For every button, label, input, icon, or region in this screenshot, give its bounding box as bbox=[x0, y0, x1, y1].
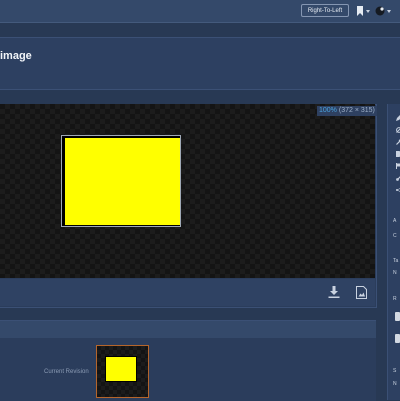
chevron-down-icon[interactable] bbox=[387, 10, 391, 13]
wrench-icon[interactable] bbox=[396, 139, 400, 145]
right-panel-chip[interactable] bbox=[395, 312, 400, 321]
right-panel-label: A bbox=[393, 218, 397, 224]
zoom-percent: 100% bbox=[319, 107, 337, 114]
right-panel-label: S bbox=[393, 368, 397, 374]
bookmark-icon[interactable] bbox=[355, 6, 365, 16]
right-panel-label: Ta bbox=[393, 258, 399, 264]
image-dimensions: (372 × 315) bbox=[338, 107, 375, 114]
download-icon[interactable] bbox=[328, 286, 340, 298]
chevron-down-icon[interactable] bbox=[366, 10, 370, 13]
flag-icon[interactable] bbox=[396, 163, 400, 169]
right-panel-label: R bbox=[393, 296, 397, 302]
title-panel bbox=[0, 37, 400, 90]
right-panel-label: N bbox=[393, 270, 397, 276]
right-panel-label: N bbox=[393, 381, 397, 387]
right-to-left-button[interactable]: Right-To-Left bbox=[301, 4, 349, 17]
page-title: image bbox=[0, 50, 32, 62]
current-revision-label: Current Revision bbox=[44, 369, 89, 375]
zoom-readout: 100% (372 × 315) bbox=[317, 106, 377, 116]
avatar-icon[interactable] bbox=[375, 6, 385, 16]
image-canvas[interactable] bbox=[0, 104, 375, 278]
preview-image[interactable] bbox=[65, 138, 180, 225]
revisions-header bbox=[0, 321, 376, 338]
eye-off-icon[interactable] bbox=[396, 127, 400, 133]
pencil-icon[interactable] bbox=[396, 115, 400, 121]
tag-icon[interactable] bbox=[396, 151, 400, 157]
right-side-panel bbox=[387, 104, 400, 400]
file-icon[interactable] bbox=[356, 286, 367, 299]
share-icon[interactable] bbox=[396, 187, 400, 193]
right-panel-label: C bbox=[393, 233, 397, 239]
preview-footer bbox=[0, 279, 375, 306]
thumbnail-image bbox=[105, 356, 137, 382]
link-icon[interactable] bbox=[396, 175, 400, 181]
right-panel-chip[interactable] bbox=[395, 334, 400, 343]
